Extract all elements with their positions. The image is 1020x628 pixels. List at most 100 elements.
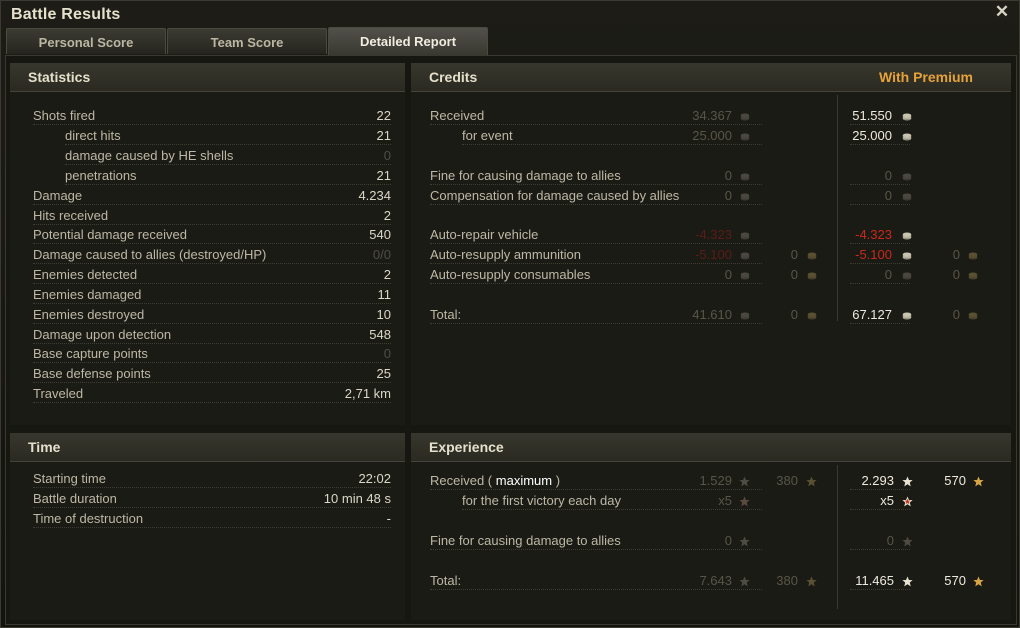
credits-panel: Credits With Premium Received 34.367 51.55… — [411, 63, 1011, 425]
statistics-value: 21 — [376, 128, 391, 143]
standard-credits-value: 0 — [724, 168, 732, 183]
statistics-row: Enemies destroyed 10 — [33, 305, 391, 325]
standard-xp-value: x5 — [718, 493, 732, 508]
experience-row: Total: 7.643 380 11.465 570 — [430, 571, 1000, 591]
free-xp-star-icon — [973, 576, 984, 587]
premium-xp-value: 0 — [886, 533, 894, 548]
credit-coin-icon — [902, 311, 912, 321]
row-leader — [33, 526, 391, 528]
credit-coin-icon — [740, 251, 750, 261]
time-panel: Time Starting time 22:02 Battle duration 10… — [10, 433, 405, 620]
statistics-row: Base capture points 0 — [33, 344, 391, 364]
statistics-value: 21 — [376, 168, 391, 183]
statistics-row: Damage upon detection 548 — [33, 325, 391, 345]
standard-credits-value: 34.367 — [692, 108, 732, 123]
free-xp-star-icon — [806, 576, 817, 587]
row-leader — [430, 203, 762, 205]
premium-credits-value: 25.000 — [852, 128, 892, 143]
statistics-row: Damage caused to allies (destroyed/HP) 0/… — [33, 245, 391, 265]
statistics-row: Damage 4.234 — [33, 186, 391, 206]
time-value: 10 min 48 s — [323, 491, 391, 506]
time-header: Time — [10, 433, 405, 462]
row-leader — [430, 183, 762, 185]
premium-xp-value: x5 — [880, 493, 894, 508]
credit-coin-icon — [902, 231, 912, 241]
credit-coin-icon — [740, 271, 750, 281]
xp-star-icon — [902, 476, 913, 487]
row-leader — [850, 548, 910, 550]
statistics-value: 548 — [369, 327, 391, 342]
premium-credits-value: -4.323 — [855, 227, 892, 242]
standard-xp-value: 0 — [724, 533, 732, 548]
gold-coin-icon — [807, 311, 817, 321]
premium-gold-value: 0 — [952, 307, 960, 322]
gold-coin-icon — [968, 311, 978, 321]
statistics-value: 10 — [376, 307, 391, 322]
statistics-panel: Statistics Shots fired 22 direct hits 21 dam… — [10, 63, 405, 425]
credit-coin-icon — [902, 132, 912, 142]
statistics-row: direct hits 21 — [33, 126, 391, 146]
row-leader — [65, 163, 391, 165]
credit-coin-icon — [740, 311, 750, 321]
premium-xp-value: 2.293 — [861, 473, 894, 488]
credits-row: Total: 41.610 0 67.127 0 — [430, 305, 1000, 325]
statistics-value: 2 — [383, 267, 391, 282]
xp-multiplier-star-icon — [902, 496, 913, 507]
row-leader — [462, 508, 762, 510]
free-xp-star-icon — [973, 476, 984, 487]
statistics-value: 0 — [383, 148, 391, 163]
experience-row: Fine for causing damage to allies 0 0 — [430, 531, 1000, 551]
credit-coin-icon — [902, 192, 912, 202]
standard-gold-value: 0 — [790, 267, 798, 282]
row-leader — [430, 548, 762, 550]
tab-detailed-report[interactable]: Detailed Report — [328, 27, 488, 55]
standard-credits-value: 25.000 — [692, 128, 732, 143]
row-leader — [33, 282, 391, 284]
statistics-row: Traveled 2,71 km — [33, 384, 391, 404]
statistics-row: penetrations 21 — [33, 166, 391, 186]
xp-star-icon — [739, 476, 750, 487]
row-leader — [850, 203, 910, 205]
window-title: Battle Results — [11, 6, 121, 23]
xp-star-icon — [902, 536, 913, 547]
standard-credits-value: -4.323 — [695, 227, 732, 242]
standard-credits-value: 0 — [724, 188, 732, 203]
xp-star-icon — [902, 576, 913, 587]
row-leader — [33, 262, 391, 264]
with-premium-label: With Premium — [879, 69, 973, 85]
standard-credits-value: -5.100 — [695, 247, 732, 262]
statistics-row: Hits received 2 — [33, 206, 391, 226]
tab-team-score[interactable]: Team Score — [167, 28, 327, 54]
detailed-report-content: Statistics Shots fired 22 direct hits 21 dam… — [5, 55, 1017, 625]
received-close: ) — [555, 473, 561, 488]
close-icon[interactable]: ✕ — [993, 3, 1011, 21]
row-leader — [33, 486, 391, 488]
row-leader — [33, 381, 391, 383]
received-text: Received ( — [430, 473, 493, 488]
credits-row: Fine for causing damage to allies 0 0 — [430, 166, 1000, 186]
statistics-value: 22 — [376, 108, 391, 123]
time-row: Time of destruction - — [33, 509, 391, 529]
row-leader — [850, 282, 910, 284]
standard-gold-value: 0 — [790, 307, 798, 322]
statistics-row: Base defense points 25 — [33, 364, 391, 384]
credit-coin-icon — [740, 231, 750, 241]
gold-coin-icon — [807, 271, 817, 281]
experience-header: Experience — [411, 433, 1011, 462]
standard-xp-value: 7.643 — [699, 573, 732, 588]
standard-credits-value: 0 — [724, 267, 732, 282]
statistics-value: 4.234 — [358, 188, 391, 203]
time-value: - — [386, 511, 391, 526]
credit-coin-icon — [740, 172, 750, 182]
free-xp-star-icon — [806, 476, 817, 487]
credit-coin-icon — [902, 172, 912, 182]
xp-multiplier-star-icon — [739, 496, 750, 507]
premium-xp-value: 11.465 — [855, 573, 894, 588]
credit-coin-icon — [902, 271, 912, 281]
time-value: 22:02 — [358, 471, 391, 486]
statistics-value: 11 — [377, 287, 392, 302]
statistics-value: 2,71 km — [344, 386, 391, 401]
credit-coin-icon — [740, 132, 750, 142]
premium-free-xp-value: 570 — [944, 473, 966, 488]
tab-personal-score[interactable]: Personal Score — [6, 28, 166, 54]
